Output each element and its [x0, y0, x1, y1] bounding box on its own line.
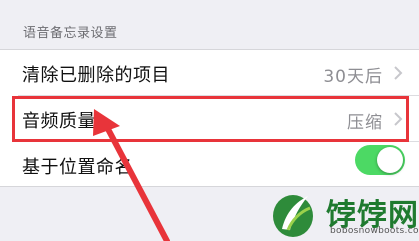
watermark-url: bobosnowboots.com — [330, 226, 419, 236]
